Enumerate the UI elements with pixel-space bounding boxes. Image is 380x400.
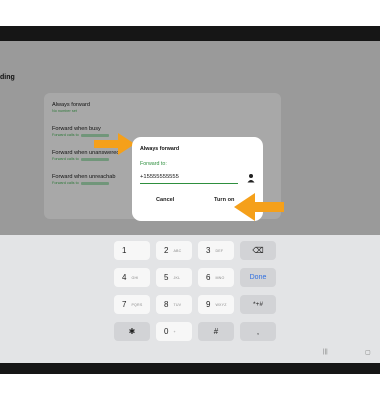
page-title: ding [0, 74, 15, 81]
key-sub: PQRS [131, 302, 143, 307]
backspace-icon: ⌫ [252, 246, 264, 255]
backspace-key[interactable]: ⌫ [240, 241, 276, 260]
key-5[interactable]: 5 JKL [156, 268, 192, 287]
setting-always-forward[interactable]: Always forward No number set [52, 102, 90, 114]
dialog-title: Always forward [140, 146, 180, 152]
numeric-keyboard: 1 2 ABC 3 DEF ⌫ 4 GHI 5 JKL 6 MNO Done 7 PQRS … [0, 235, 380, 363]
key-main: , [256, 327, 260, 336]
redacted-number [80, 181, 109, 185]
home-icon[interactable]: ▢ [365, 349, 371, 356]
setting-sub-text: Forward calls to [52, 157, 79, 161]
key-6[interactable]: 6 MNO [198, 268, 234, 287]
callout-arrow-icon [234, 193, 284, 221]
key-2[interactable]: 2 ABC [156, 241, 192, 260]
setting-sub: No number set [52, 109, 77, 113]
key-1[interactable]: 1 [114, 241, 150, 260]
key-0[interactable]: 0 + [156, 322, 192, 341]
recents-icon[interactable]: ||| [323, 349, 328, 355]
key-main: 0 [164, 327, 169, 336]
setting-label: Forward when unreachab [52, 174, 116, 180]
key-9[interactable]: 9 WXYZ [198, 295, 234, 314]
key-main: 4 [122, 273, 127, 282]
tablet-frame: ding Always forward No number set Forwar… [0, 26, 380, 374]
screen: ding Always forward No number set Forwar… [0, 41, 380, 363]
key-sub: MNO [215, 275, 225, 280]
key-main: # [213, 327, 219, 336]
key-sub: ABC [173, 248, 182, 253]
setting-forward-when-unreachable[interactable]: Forward when unreachab Forward calls to [52, 174, 115, 186]
asterisk-key[interactable]: ✱ [114, 322, 150, 341]
contact-person-icon[interactable] [247, 173, 255, 183]
redacted-number [80, 157, 109, 161]
setting-sub: Forward calls to [52, 157, 119, 162]
forward-number-input[interactable]: +15555555555 [140, 172, 238, 184]
key-main: 7 [122, 300, 127, 309]
callout-arrow-icon [94, 133, 135, 155]
key-3[interactable]: 3 DEF [198, 241, 234, 260]
symbols-key[interactable]: *+# [240, 295, 276, 314]
key-sub: WXYZ [215, 302, 227, 307]
setting-label: Always forward [52, 102, 90, 108]
key-main: Done [249, 274, 267, 281]
key-sub: GHI [131, 275, 139, 280]
key-main: 1 [122, 246, 127, 255]
key-main: 3 [206, 246, 211, 255]
setting-sub: Forward calls to [52, 181, 115, 186]
forward-to-label: Forward to: [140, 161, 167, 167]
key-main: *+# [253, 301, 263, 308]
hash-key[interactable]: # [198, 322, 234, 341]
key-sub: + [173, 329, 176, 334]
key-sub: TUV [173, 302, 182, 307]
key-main: ✱ [128, 327, 136, 336]
setting-sub-text: Forward calls to [52, 133, 79, 137]
key-4[interactable]: 4 GHI [114, 268, 150, 287]
key-main: 2 [164, 246, 169, 255]
key-8[interactable]: 8 TUV [156, 295, 192, 314]
key-main: 9 [206, 300, 211, 309]
key-7[interactable]: 7 PQRS [114, 295, 150, 314]
cancel-button[interactable]: Cancel [156, 197, 174, 203]
key-main: 8 [164, 300, 169, 309]
done-key[interactable]: Done [240, 268, 276, 287]
key-main: 5 [164, 273, 169, 282]
key-main: 6 [206, 273, 211, 282]
setting-sub-text: Forward calls to [52, 181, 79, 185]
key-sub: JKL [173, 275, 181, 280]
key-sub: DEF [215, 248, 224, 253]
comma-key[interactable]: , [240, 322, 276, 341]
turn-on-button[interactable]: Turn on [214, 197, 234, 203]
